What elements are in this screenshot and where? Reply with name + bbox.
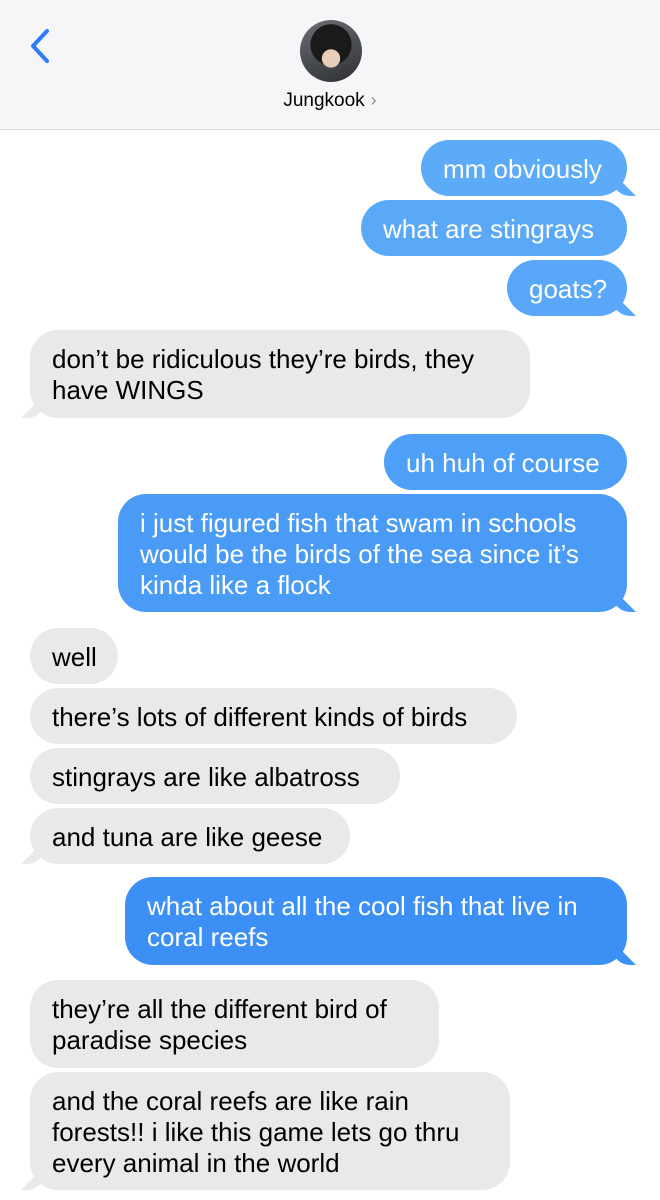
- contact-name: Jungkook: [283, 90, 365, 111]
- contact-avatar[interactable]: [300, 20, 362, 82]
- conversation-header: Jungkook ›: [0, 0, 660, 130]
- message-bubble-outgoing[interactable]: what about all the cool fish that live i…: [125, 877, 627, 965]
- message-bubble-outgoing[interactable]: i just figured fish that swam in schools…: [118, 494, 627, 612]
- message-bubble-incoming[interactable]: there’s lots of different kinds of birds: [30, 688, 517, 744]
- contact-name-button[interactable]: Jungkook ›: [0, 90, 660, 112]
- message-bubble-incoming[interactable]: well: [30, 628, 118, 684]
- message-bubble-incoming[interactable]: and the coral reefs are like rain forest…: [30, 1072, 510, 1190]
- chevron-right-icon: ›: [370, 90, 377, 110]
- message-bubble-incoming[interactable]: they’re all the different bird of paradi…: [30, 980, 439, 1068]
- message-bubble-incoming[interactable]: don’t be ridiculous they’re birds, they …: [30, 330, 530, 418]
- message-bubble-outgoing[interactable]: uh huh of course: [384, 434, 627, 490]
- message-bubble-incoming[interactable]: stingrays are like albatross: [30, 748, 400, 804]
- back-button[interactable]: [22, 26, 58, 66]
- message-bubble-outgoing[interactable]: mm obviously: [421, 140, 627, 196]
- message-bubble-outgoing[interactable]: what are stingrays: [361, 200, 627, 256]
- chevron-left-icon: [31, 29, 49, 63]
- message-bubble-incoming[interactable]: and tuna are like geese: [30, 808, 350, 864]
- message-bubble-outgoing[interactable]: goats?: [507, 260, 627, 316]
